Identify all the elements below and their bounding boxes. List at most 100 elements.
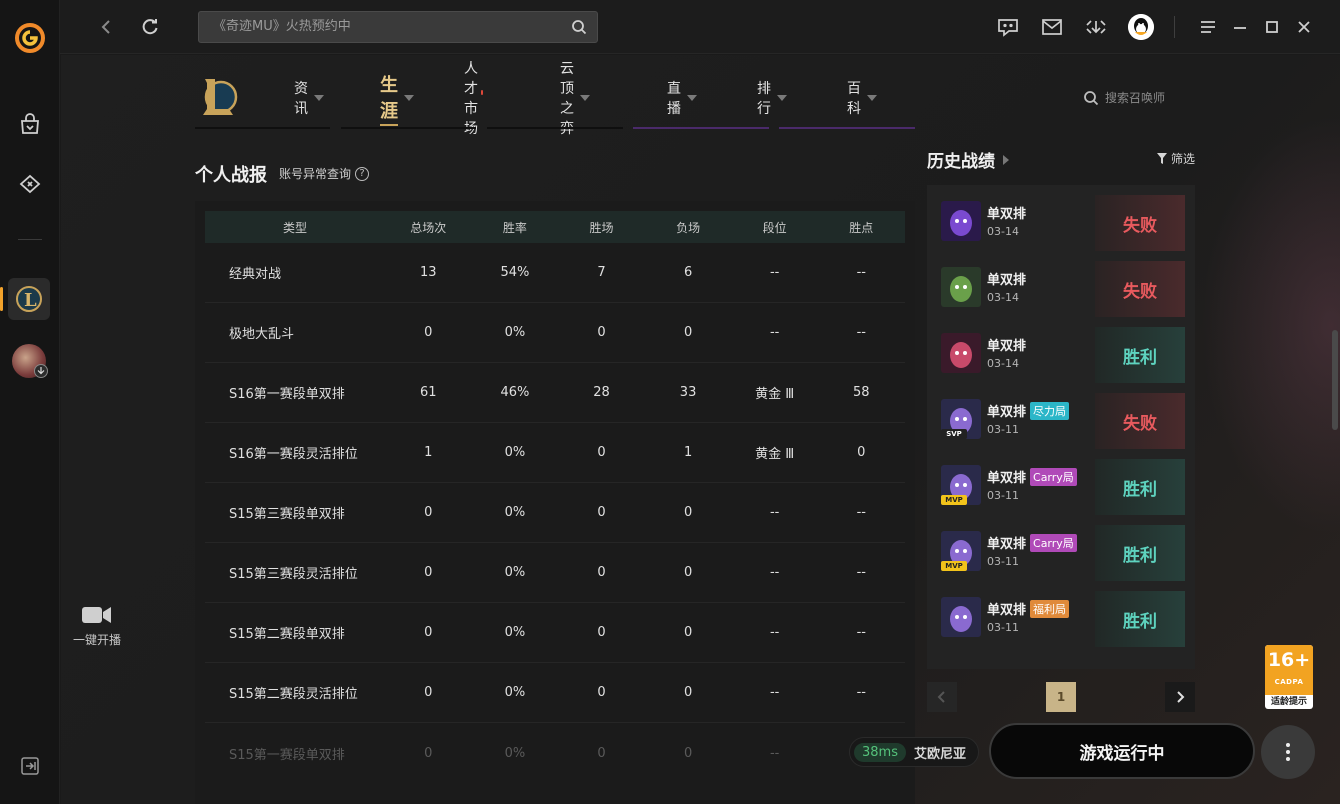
global-search-input[interactable] — [213, 19, 553, 34]
match-result: 失败 — [1095, 261, 1185, 317]
chat-icon[interactable] — [996, 15, 1020, 39]
match-item[interactable]: SVP 单双排 尽力局 03-11 失败 — [927, 383, 1195, 449]
close-icon[interactable] — [1292, 15, 1316, 39]
match-tag: 福利局 — [1030, 599, 1070, 618]
match-mode-label: 单双排 — [987, 603, 1027, 618]
match-item[interactable]: 单双排 03-14 胜利 — [927, 317, 1195, 383]
match-mode-label: 单双排 — [987, 207, 1027, 222]
nav-item-rank[interactable]: 排行 — [757, 81, 787, 117]
match-mode: 单双排 Carry局 — [987, 467, 1077, 486]
match-date: 03-14 — [987, 225, 1019, 238]
table-cell: -- — [856, 505, 866, 520]
sidebar-game-lol[interactable]: L — [8, 278, 50, 320]
table-cell: 0 — [424, 745, 433, 761]
more-vertical-icon — [1286, 743, 1290, 761]
match-mode-label: 单双排 — [987, 273, 1027, 288]
table-row: S16第一赛段单双排 61 46% 28 33 黄金 Ⅲ 58 — [205, 363, 905, 423]
history-title-link[interactable]: 历史战绩 — [927, 147, 1009, 172]
menu-icon[interactable] — [1196, 15, 1220, 39]
match-mode: 单双排 — [987, 335, 1026, 354]
lol-logo[interactable] — [199, 75, 239, 119]
match-result: 胜利 — [1095, 327, 1185, 383]
nav-underline — [779, 127, 915, 129]
match-mode: 单双排 尽力局 — [987, 401, 1070, 420]
table-cell: 0 — [424, 565, 433, 580]
one-click-stream-button[interactable]: 一键开播 — [71, 605, 123, 648]
scrollbar[interactable] — [1332, 330, 1338, 430]
minimize-icon[interactable] — [1228, 15, 1252, 39]
nav-item-tft[interactable]: 云顶之弈 — [560, 61, 590, 137]
match-result: 胜利 — [1095, 459, 1185, 515]
table-cell: -- — [856, 265, 866, 280]
table-cell: 0 — [597, 625, 606, 640]
search-icon[interactable] — [571, 19, 587, 39]
refresh-button[interactable] — [138, 15, 162, 39]
nav-label: 直播 — [667, 81, 681, 117]
nav-item-talent-market[interactable]: 人才市场 — [464, 61, 483, 137]
download-manager-icon[interactable] — [1084, 15, 1108, 39]
table-cell: S15第二赛段单双排 — [229, 627, 345, 642]
app-logo[interactable] — [14, 22, 46, 54]
match-item[interactable]: 单双排 03-14 失败 — [927, 185, 1195, 251]
help-icon[interactable]: ? — [355, 166, 370, 181]
prev-page-button[interactable] — [927, 682, 957, 712]
nav-label: 资讯 — [294, 81, 308, 117]
performance-badge: MVP — [941, 561, 967, 571]
back-button[interactable] — [94, 15, 118, 39]
nav-underline — [633, 127, 769, 129]
more-options-button[interactable] — [1261, 725, 1315, 779]
user-avatar[interactable] — [1128, 14, 1154, 40]
match-item[interactable]: 单双排 03-14 失败 — [927, 251, 1195, 317]
rating-org: CADPA — [1274, 678, 1304, 686]
filter-label: 筛选 — [1171, 152, 1196, 166]
table-row: S15第三赛段单双排 0 0% 0 0 -- -- — [205, 483, 905, 543]
page-number[interactable]: 1 — [1046, 682, 1076, 712]
column-header: 胜场 — [589, 220, 614, 235]
collapse-sidebar-icon[interactable] — [21, 757, 39, 775]
performance-badge: SVP — [941, 429, 967, 439]
nav-item-career[interactable]: 生涯 — [380, 75, 414, 126]
chevron-right-icon — [1177, 691, 1185, 703]
history-list: 单双排 03-14 失败 单双排 03-14 失败 单双排 03-14 胜利 SVP 单双排 尽力局 0… — [927, 185, 1195, 669]
game-running-button[interactable]: 游戏运行中 — [989, 723, 1255, 779]
global-search[interactable] — [198, 11, 598, 43]
match-tag: Carry局 — [1030, 467, 1077, 486]
table-cell: 0 — [597, 325, 606, 340]
match-item[interactable]: 单双排 福利局 03-11 胜利 — [927, 581, 1195, 647]
match-date: 03-14 — [987, 357, 1019, 370]
table-cell: 0 — [424, 685, 433, 700]
top-bar — [60, 0, 1340, 54]
video-camera-icon — [82, 607, 111, 623]
nav-item-news[interactable]: 资讯 — [294, 81, 324, 117]
table-cell: 0% — [504, 445, 526, 460]
table-cell: 0 — [424, 505, 433, 520]
table-cell: S16第一赛段灵活排位 — [229, 447, 358, 462]
table-row: S16第一赛段灵活排位 1 0% 0 1 黄金 Ⅲ 0 — [205, 423, 905, 483]
nav-item-wiki[interactable]: 百科 — [847, 81, 877, 117]
server-status[interactable]: 38ms 艾欧尼亚 — [849, 737, 979, 767]
table-cell: S15第一赛段单双排 — [229, 747, 345, 763]
age-rating-badge: 16+ CADPA 适龄提示 — [1265, 645, 1313, 709]
performance-badge: MVP — [941, 495, 967, 505]
store-icon[interactable] — [16, 110, 44, 138]
gamepad-icon[interactable] — [16, 170, 44, 198]
table-cell: -- — [769, 745, 780, 761]
mail-icon[interactable] — [1040, 15, 1064, 39]
match-item[interactable]: MVP 单双排 Carry局 03-11 胜利 — [927, 449, 1195, 515]
nav-item-live[interactable]: 直播 — [667, 81, 697, 117]
table-cell: -- — [856, 325, 866, 340]
maximize-icon[interactable] — [1260, 15, 1284, 39]
account-check-link[interactable]: 账号异常查询 ? — [279, 165, 370, 182]
match-item[interactable]: MVP 单双排 Carry局 03-11 胜利 — [927, 515, 1195, 581]
table-cell: S15第二赛段灵活排位 — [229, 687, 358, 702]
summoner-search[interactable]: 搜索召唤师 — [1083, 89, 1165, 106]
next-page-button[interactable] — [1165, 682, 1195, 712]
table-cell: 6 — [683, 265, 693, 280]
active-indicator — [0, 287, 3, 311]
table-cell: 0% — [504, 325, 526, 340]
table-cell: 0 — [683, 685, 693, 700]
table-row: 经典对战 13 54% 7 6 -- -- — [205, 243, 905, 303]
table-cell: 极地大乱斗 — [229, 327, 295, 342]
table-cell: 0 — [597, 505, 606, 520]
filter-button[interactable]: 筛选 — [1157, 150, 1195, 167]
